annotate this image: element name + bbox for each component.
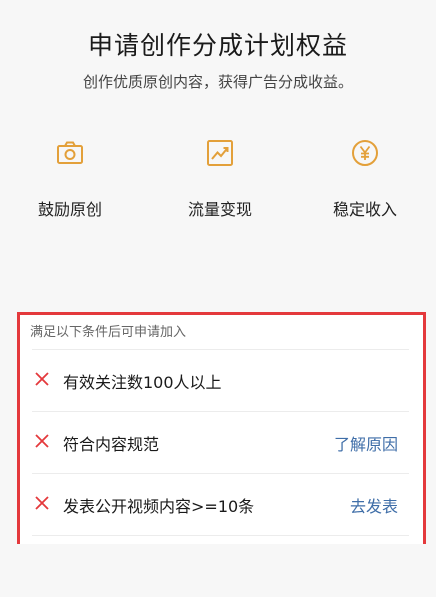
row-divider	[32, 535, 409, 536]
benefit-features: 鼓励原创 流量变现 稳定收入	[0, 138, 436, 228]
condition-row-followers: 有效关注数100人以上	[20, 349, 423, 411]
trend-chart-icon	[207, 140, 233, 166]
row-divider	[32, 411, 409, 412]
page-subtitle: 创作优质原创内容，获得广告分成收益。	[82, 73, 353, 91]
conditions-card: 满足以下条件后可申请加入 有效关注数100人以上 符合内容规范 了解原因 发表公…	[17, 312, 426, 544]
condition-row-content-rules: 符合内容规范 了解原因	[20, 411, 423, 473]
feature-label: 流量变现	[187, 200, 252, 219]
condition-text: 符合内容规范	[63, 435, 160, 454]
feature-label: 鼓励原创	[37, 200, 102, 219]
feature-label: 稳定收入	[332, 200, 397, 219]
learn-reason-link[interactable]: 了解原因	[334, 431, 398, 455]
feature-monetize: 流量变现	[155, 138, 285, 220]
camera-icon	[57, 141, 83, 164]
row-divider	[32, 349, 409, 350]
condition-row-next	[20, 535, 423, 597]
row-divider	[32, 473, 409, 474]
cross-icon	[35, 372, 49, 386]
condition-text: 发表公开视频内容>=10条	[63, 497, 255, 516]
yen-coin-icon	[352, 140, 378, 166]
benefits-header: 申请创作分成计划权益 创作优质原创内容，获得广告分成收益。 鼓励原创 流量变现	[0, 0, 436, 284]
page-title: 申请创作分成计划权益	[87, 31, 348, 60]
go-publish-link[interactable]: 去发表	[350, 493, 398, 517]
cross-icon	[35, 496, 49, 510]
feature-income: 稳定收入	[300, 138, 430, 220]
condition-row-videos: 发表公开视频内容>=10条 去发表	[20, 473, 423, 535]
condition-text: 有效关注数100人以上	[63, 373, 222, 392]
conditions-heading: 满足以下条件后可申请加入	[30, 325, 187, 340]
feature-original: 鼓励原创	[5, 138, 135, 220]
cross-icon	[35, 434, 49, 448]
